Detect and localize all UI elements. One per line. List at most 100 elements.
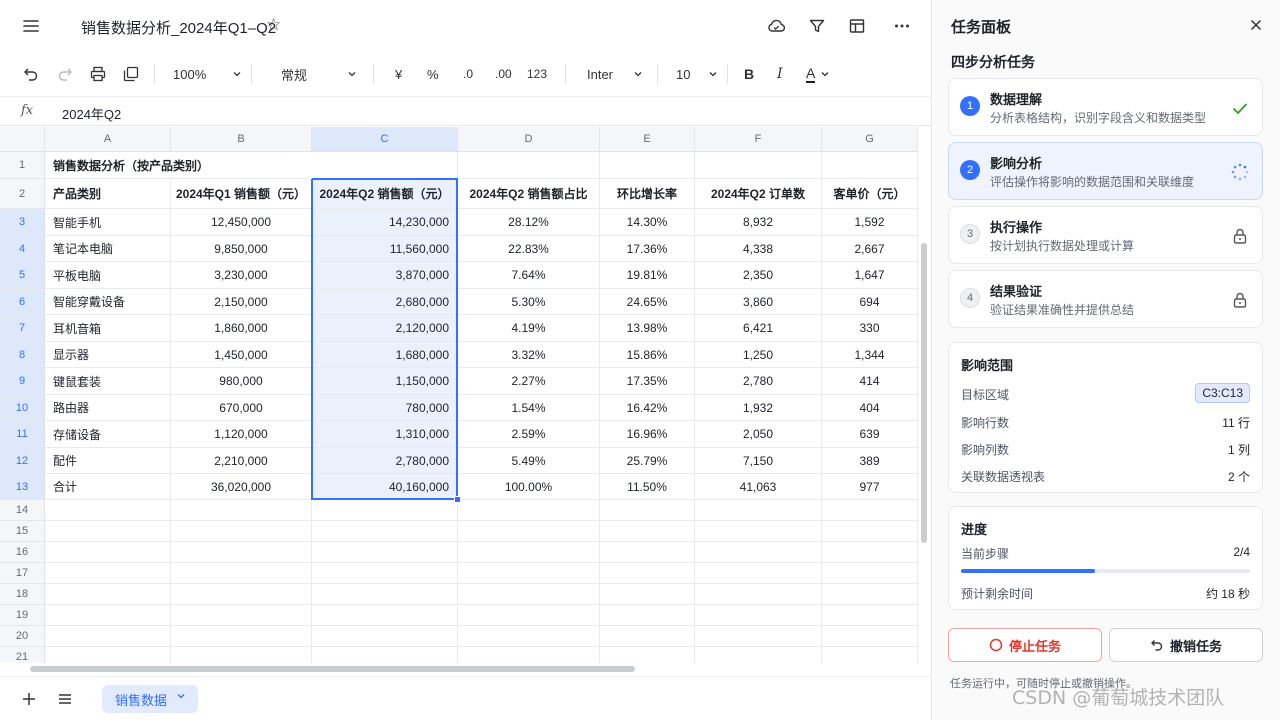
value-cell[interactable]: 11.50% — [600, 474, 695, 500]
value-cell[interactable]: 14,230,000 — [312, 209, 458, 236]
task-step-3[interactable]: 3 执行操作 按计划执行数据处理或计算 — [948, 206, 1263, 264]
number-format-select[interactable]: 常规 — [281, 56, 357, 92]
table-cell[interactable] — [600, 605, 695, 626]
row-header-12[interactable]: 12 — [0, 448, 45, 474]
percent-button[interactable]: % — [427, 56, 439, 92]
font-size-select[interactable]: 10 — [676, 56, 718, 92]
value-cell[interactable]: 4.19% — [458, 315, 600, 342]
row-header-4[interactable]: 4 — [0, 236, 45, 262]
value-cell[interactable]: 8,932 — [695, 209, 822, 236]
value-cell[interactable]: 100.00% — [458, 474, 600, 500]
value-cell[interactable]: 22.83% — [458, 236, 600, 262]
value-cell[interactable]: 1,680,000 — [312, 342, 458, 368]
table-cell[interactable] — [45, 521, 171, 542]
row-label-cell[interactable]: 路由器 — [45, 395, 171, 421]
horizontal-scrollbar[interactable] — [30, 666, 635, 672]
row-header-10[interactable]: 10 — [0, 395, 45, 421]
value-cell[interactable]: 17.36% — [600, 236, 695, 262]
table-cell[interactable] — [45, 605, 171, 626]
row-label-cell[interactable]: 平板电脑 — [45, 262, 171, 289]
fill-handle[interactable] — [454, 496, 461, 503]
table-cell[interactable] — [312, 626, 458, 647]
value-cell[interactable]: 2,210,000 — [171, 448, 312, 474]
table-cell[interactable] — [171, 563, 312, 584]
row-header-1[interactable]: 1 — [0, 152, 45, 179]
value-cell[interactable]: 1,647 — [822, 262, 918, 289]
table-cell[interactable] — [312, 521, 458, 542]
value-cell[interactable]: 5.30% — [458, 289, 600, 315]
value-cell[interactable]: 13.98% — [600, 315, 695, 342]
table-cell[interactable] — [695, 542, 822, 563]
row-label-cell[interactable]: 笔记本电脑 — [45, 236, 171, 262]
table-cell[interactable] — [695, 563, 822, 584]
currency-button[interactable]: ¥ — [395, 56, 402, 92]
value-cell[interactable]: 4,338 — [695, 236, 822, 262]
row-label-cell[interactable]: 耳机音箱 — [45, 315, 171, 342]
value-cell[interactable]: 670,000 — [171, 395, 312, 421]
table-cell[interactable] — [458, 584, 600, 605]
table-cell[interactable] — [171, 542, 312, 563]
column-header-e[interactable]: E — [600, 127, 695, 152]
table-cell[interactable] — [695, 626, 822, 647]
table-cell[interactable] — [171, 605, 312, 626]
star-icon[interactable]: ☆ — [266, 15, 281, 35]
row-header-7[interactable]: 7 — [0, 315, 45, 342]
row-label-cell[interactable]: 智能手机 — [45, 209, 171, 236]
column-header-b[interactable]: B — [171, 127, 312, 152]
table-view-icon[interactable] — [846, 15, 868, 37]
value-cell[interactable]: 3,860 — [695, 289, 822, 315]
column-header-d[interactable]: D — [458, 127, 600, 152]
value-cell[interactable]: 389 — [822, 448, 918, 474]
table-cell[interactable] — [45, 500, 171, 521]
bold-button[interactable]: B — [744, 56, 754, 92]
row-label-cell[interactable]: 显示器 — [45, 342, 171, 368]
menu-icon[interactable] — [20, 16, 42, 36]
value-cell[interactable]: 1,592 — [822, 209, 918, 236]
table-cell[interactable] — [600, 542, 695, 563]
row-label-cell[interactable]: 合计 — [45, 474, 171, 500]
table-cell[interactable] — [458, 647, 600, 663]
table-cell[interactable] — [312, 605, 458, 626]
column-title-cell[interactable]: 产品类别 — [45, 179, 171, 209]
value-cell[interactable]: 9,850,000 — [171, 236, 312, 262]
table-cell[interactable] — [822, 152, 918, 179]
value-cell[interactable]: 3.32% — [458, 342, 600, 368]
value-cell[interactable]: 7,150 — [695, 448, 822, 474]
table-cell[interactable] — [822, 563, 918, 584]
add-sheet-icon[interactable] — [19, 689, 39, 709]
column-title-cell[interactable]: 2024年Q2 订单数 — [695, 179, 822, 209]
value-cell[interactable]: 41,063 — [695, 474, 822, 500]
table-cell[interactable] — [600, 500, 695, 521]
row-label-cell[interactable]: 存储设备 — [45, 421, 171, 448]
table-cell[interactable] — [600, 584, 695, 605]
column-title-cell[interactable]: 客单价（元） — [822, 179, 918, 209]
value-cell[interactable]: 2,780,000 — [312, 448, 458, 474]
undo-icon[interactable] — [22, 56, 40, 92]
column-title-cell[interactable]: 2024年Q1 销售额（元） — [171, 179, 312, 209]
value-cell[interactable]: 16.42% — [600, 395, 695, 421]
table-cell[interactable] — [312, 542, 458, 563]
table-cell[interactable] — [458, 626, 600, 647]
redo-icon[interactable] — [56, 56, 74, 92]
value-cell[interactable]: 2,150,000 — [171, 289, 312, 315]
value-cell[interactable]: 36,020,000 — [171, 474, 312, 500]
table-cell[interactable] — [312, 584, 458, 605]
sheet-list-icon[interactable] — [55, 689, 75, 709]
vertical-scrollbar[interactable] — [921, 243, 927, 543]
table-cell[interactable] — [822, 584, 918, 605]
column-header-c[interactable]: C — [312, 127, 458, 152]
row-label-cell[interactable]: 智能穿戴设备 — [45, 289, 171, 315]
row-header-13[interactable]: 13 — [0, 474, 45, 500]
table-cell[interactable] — [45, 647, 171, 663]
value-cell[interactable]: 14.30% — [600, 209, 695, 236]
table-cell[interactable] — [600, 626, 695, 647]
value-cell[interactable]: 3,870,000 — [312, 262, 458, 289]
row-header-8[interactable]: 8 — [0, 342, 45, 368]
value-cell[interactable]: 404 — [822, 395, 918, 421]
value-cell[interactable]: 19.81% — [600, 262, 695, 289]
column-header-f[interactable]: F — [695, 127, 822, 152]
value-cell[interactable]: 330 — [822, 315, 918, 342]
value-cell[interactable]: 2,667 — [822, 236, 918, 262]
table-cell[interactable] — [45, 584, 171, 605]
column-header-a[interactable]: A — [45, 127, 171, 152]
